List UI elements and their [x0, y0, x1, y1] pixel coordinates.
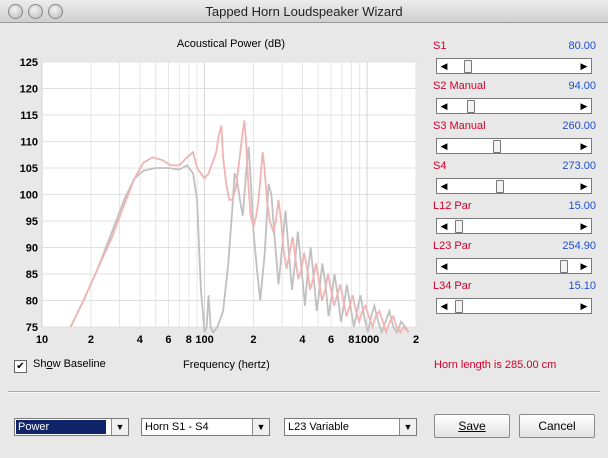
- arrow-left-icon[interactable]: ◀: [438, 219, 450, 233]
- x-tick-label: 8: [186, 334, 192, 346]
- arrow-right-icon[interactable]: ▶: [578, 259, 590, 273]
- param-value: 15.00: [568, 200, 596, 212]
- chevron-down-icon[interactable]: ▼: [111, 419, 128, 435]
- y-tick-label: 105: [20, 163, 38, 175]
- param-row: S2 Manual 94.00 ◀ ▶: [428, 80, 600, 120]
- param-value: 260.00: [562, 120, 596, 132]
- param-label: S3 Manual: [433, 120, 486, 132]
- slider-thumb[interactable]: [495, 180, 504, 193]
- arrow-left-icon[interactable]: ◀: [438, 179, 450, 193]
- y-tick-label: 110: [20, 137, 38, 149]
- param-value: 254.90: [562, 240, 596, 252]
- arrow-left-icon[interactable]: ◀: [438, 259, 450, 273]
- param-slider[interactable]: ◀ ▶: [436, 298, 592, 314]
- chart-svg: Acoustical Power (dB) 125 120 115 110 105 100…: [20, 38, 419, 346]
- arrow-right-icon[interactable]: ▶: [578, 179, 590, 193]
- arrow-right-icon[interactable]: ▶: [578, 99, 590, 113]
- horn-length-text: Horn length is 285.00 cm: [434, 359, 557, 371]
- show-baseline-label: Show Baseline: [33, 358, 106, 370]
- param-slider[interactable]: ◀ ▶: [436, 58, 592, 74]
- variable-value: L23 Variable: [288, 421, 349, 433]
- x-tick-label: 2: [413, 334, 419, 346]
- chevron-down-icon[interactable]: ▼: [399, 419, 416, 435]
- checkbox-box[interactable]: ✔: [14, 360, 27, 373]
- param-label: S1: [433, 40, 447, 52]
- slider-thumb[interactable]: [493, 140, 502, 153]
- y-tick-label: 115: [20, 110, 38, 122]
- x-tick-label: 8: [348, 334, 354, 346]
- param-row: S3 Manual 260.00 ◀ ▶: [428, 120, 600, 160]
- arrow-left-icon[interactable]: ◀: [438, 59, 450, 73]
- save-label: Save: [458, 419, 486, 433]
- arrow-right-icon[interactable]: ▶: [578, 219, 590, 233]
- slider-thumb[interactable]: [466, 100, 475, 113]
- save-button[interactable]: Save: [434, 414, 510, 438]
- arrow-right-icon[interactable]: ▶: [578, 59, 590, 73]
- x-tick-label: 4: [137, 334, 144, 346]
- window-title: Tapped Horn Loudspeaker Wizard: [205, 4, 403, 19]
- param-value: 273.00: [562, 160, 596, 172]
- slider-thumb[interactable]: [560, 260, 569, 273]
- show-baseline-checkbox[interactable]: ✔ Show Baseline: [14, 358, 106, 373]
- x-tick-label: 6: [165, 334, 171, 346]
- title-bar: Tapped Horn Loudspeaker Wizard: [0, 0, 608, 23]
- param-slider[interactable]: ◀ ▶: [436, 218, 592, 234]
- y-tick-label: 75: [26, 322, 38, 334]
- param-row: L34 Par 15.10 ◀ ▶: [428, 280, 600, 320]
- slider-thumb[interactable]: [454, 220, 463, 233]
- param-label: S4: [433, 160, 447, 172]
- plot-type-value: Power: [16, 420, 106, 434]
- param-slider[interactable]: ◀ ▶: [436, 98, 592, 114]
- param-value: 15.10: [568, 280, 596, 292]
- y-axis-ticks: 125 120 115 110 105 100 95 90 85 80 75: [20, 57, 38, 334]
- arrow-left-icon[interactable]: ◀: [438, 99, 450, 113]
- cancel-label: Cancel: [538, 419, 576, 433]
- power-chart: Acoustical Power (dB) 125 120 115 110 105 100…: [0, 22, 425, 352]
- param-slider[interactable]: ◀ ▶: [436, 178, 592, 194]
- x-tick-label: 2: [88, 334, 94, 346]
- plot-type-select[interactable]: Power ▼: [14, 418, 129, 436]
- slider-thumb[interactable]: [464, 60, 473, 73]
- horn-type-value: Horn S1 - S4: [145, 421, 209, 433]
- param-row: L12 Par 15.00 ◀ ▶: [428, 200, 600, 240]
- param-label: L23 Par: [433, 240, 472, 252]
- x-tick-label: 100: [195, 334, 213, 346]
- param-label: L12 Par: [433, 200, 472, 212]
- y-tick-label: 95: [26, 216, 38, 228]
- horn-type-select[interactable]: Horn S1 - S4 ▼: [141, 418, 270, 436]
- chevron-down-icon[interactable]: ▼: [252, 419, 269, 435]
- param-row: S4 273.00 ◀ ▶: [428, 160, 600, 200]
- param-value: 94.00: [568, 80, 596, 92]
- x-tick-label: 4: [299, 334, 306, 346]
- x-tick-label: 6: [328, 334, 334, 346]
- cancel-button[interactable]: Cancel: [519, 414, 595, 438]
- param-label: S2 Manual: [433, 80, 486, 92]
- param-label: L34 Par: [433, 280, 472, 292]
- x-tick-label: 10: [36, 334, 48, 346]
- param-row: L23 Par 254.90 ◀ ▶: [428, 240, 600, 280]
- y-tick-label: 100: [20, 190, 38, 202]
- x-axis-ticks: 10 2 4 6 8 100 2 4 6 8 1000 2: [36, 334, 419, 346]
- param-slider[interactable]: ◀ ▶: [436, 258, 592, 274]
- chart-title: Acoustical Power (dB): [177, 38, 285, 50]
- x-axis-label: Frequency (hertz): [183, 359, 270, 371]
- separator: [8, 391, 600, 393]
- x-tick-label: 1000: [355, 334, 379, 346]
- y-tick-label: 80: [26, 296, 38, 308]
- arrow-right-icon[interactable]: ▶: [578, 139, 590, 153]
- y-tick-label: 85: [26, 269, 38, 281]
- arrow-left-icon[interactable]: ◀: [438, 299, 450, 313]
- param-row: S1 80.00 ◀ ▶: [428, 40, 600, 80]
- y-tick-label: 90: [26, 243, 38, 255]
- x-tick-label: 2: [250, 334, 256, 346]
- arrow-right-icon[interactable]: ▶: [578, 299, 590, 313]
- y-tick-label: 125: [20, 57, 38, 69]
- y-tick-label: 120: [20, 84, 38, 96]
- slider-thumb[interactable]: [454, 300, 463, 313]
- variable-select[interactable]: L23 Variable ▼: [284, 418, 417, 436]
- param-slider[interactable]: ◀ ▶: [436, 138, 592, 154]
- param-value: 80.00: [568, 40, 596, 52]
- arrow-left-icon[interactable]: ◀: [438, 139, 450, 153]
